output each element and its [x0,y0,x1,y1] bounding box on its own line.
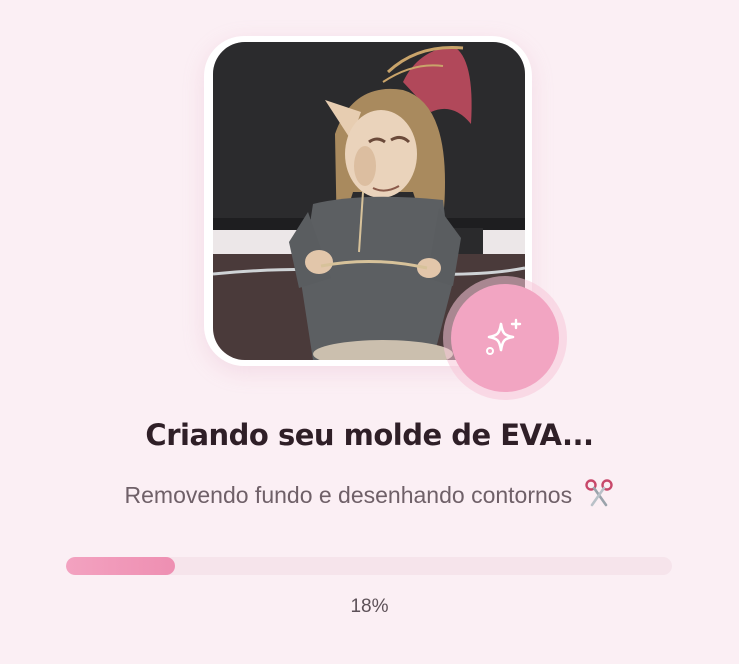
progress-percent: 18% [350,596,389,617]
sparkles-icon [486,318,522,355]
progress-bar-fill [66,557,176,575]
sparkle-badge [451,284,559,392]
scissors-icon [584,477,614,513]
progress-bar [66,557,672,575]
loading-subtitle: Removendo fundo e desenhando contornos [0,477,739,513]
loading-subtitle-text: Removendo fundo e desenhando contornos [124,482,573,508]
loading-title: Criando seu molde de EVA... [145,418,594,452]
